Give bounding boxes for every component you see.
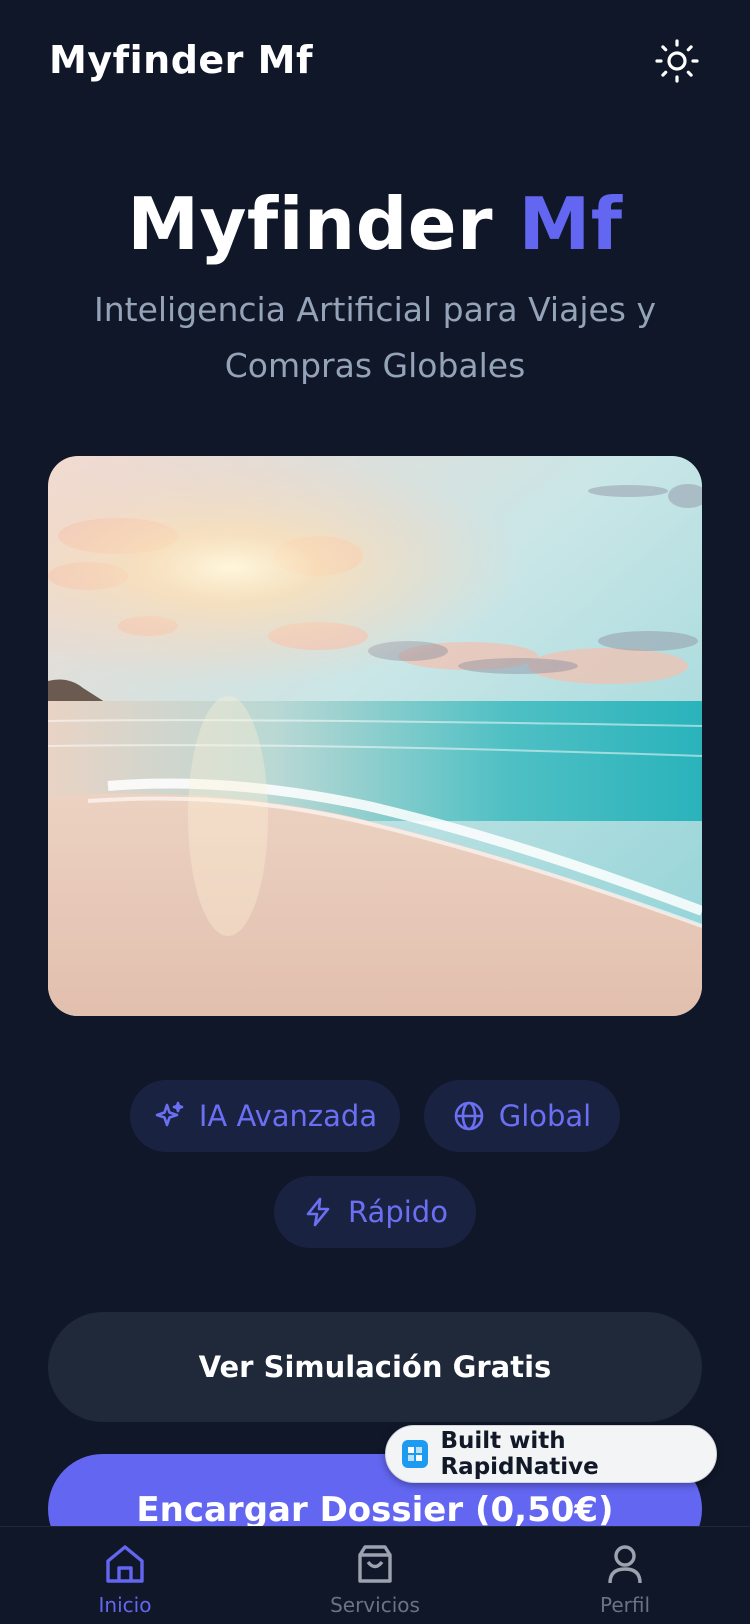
chip-global[interactable]: Global [424, 1080, 620, 1152]
lightning-icon [306, 1197, 330, 1227]
hero-title: Myfinder Mf [0, 182, 750, 266]
rapidnative-badge[interactable]: Built with RapidNative [385, 1425, 717, 1483]
tab-inicio[interactable]: Inicio [45, 1527, 205, 1624]
chip-ia-avanzada[interactable]: IA Avanzada [130, 1080, 400, 1152]
hero-image [48, 456, 702, 1016]
rapidnative-logo-icon [402, 1440, 429, 1468]
tab-label: Servicios [330, 1593, 420, 1617]
globe-icon [454, 1101, 484, 1131]
hero-title-accent: Mf [518, 182, 623, 266]
tab-perfil[interactable]: Perfil [545, 1527, 705, 1624]
hero-subtitle: Inteligencia Artificial para Viajes y Co… [93, 290, 656, 385]
tab-label: Perfil [599, 1593, 651, 1617]
bottom-tab-bar: Inicio Servicios Perfil [0, 1526, 750, 1624]
home-icon [106, 1545, 144, 1583]
chip-rapido[interactable]: Rápido [274, 1176, 476, 1248]
theme-toggle-button[interactable] [652, 36, 702, 86]
app-name: Myfinder Mf [49, 38, 313, 82]
chip-label: Rápido [348, 1195, 448, 1229]
free-simulation-button[interactable]: Ver Simulación Gratis [48, 1312, 702, 1422]
sparkles-icon [155, 1101, 184, 1127]
chip-label: Global [498, 1099, 592, 1133]
shopping-bag-icon [358, 1545, 392, 1583]
user-icon [608, 1545, 642, 1584]
chip-label: IA Avanzada [198, 1099, 378, 1133]
hero-title-main: Myfinder [127, 182, 494, 266]
beach-sunset-photo [48, 456, 702, 1016]
sun-icon [655, 39, 699, 83]
top-bar: Myfinder Mf [0, 0, 750, 120]
tab-servicios[interactable]: Servicios [295, 1527, 455, 1624]
rapidnative-badge-label: Built with RapidNative [440, 1428, 599, 1480]
tab-label: Inicio [98, 1593, 152, 1617]
